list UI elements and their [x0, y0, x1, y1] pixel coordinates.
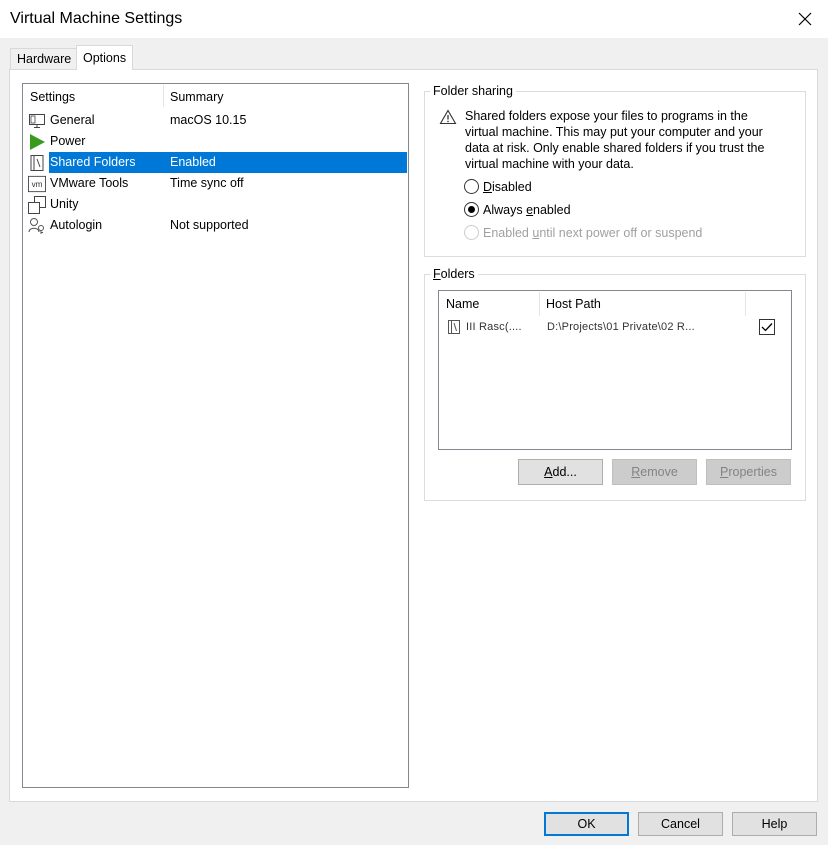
- column-header-name[interactable]: Name: [446, 297, 479, 311]
- settings-list[interactable]: Settings Summary General macOS 10.15 Pow…: [22, 83, 409, 788]
- settings-row-vmware-tools[interactable]: vm VMware Tools Time sync off: [23, 173, 407, 194]
- warning-icon: [439, 109, 457, 125]
- column-separator[interactable]: [539, 292, 540, 316]
- title-bar: Virtual Machine Settings: [0, 0, 828, 38]
- tab-hardware-label: Hardware: [17, 52, 72, 66]
- list-header: Settings Summary: [23, 84, 408, 110]
- column-header-host-path[interactable]: Host Path: [546, 297, 601, 311]
- ok-button-label: OK: [577, 817, 596, 831]
- add-button[interactable]: Add...: [518, 459, 603, 485]
- settings-row-name: Power: [50, 134, 86, 148]
- settings-row-name: Shared Folders: [50, 155, 136, 169]
- properties-button-label: Properties: [720, 465, 777, 479]
- cancel-button-label: Cancel: [661, 817, 700, 831]
- properties-button[interactable]: Properties: [706, 459, 791, 485]
- svg-text:vm: vm: [32, 180, 43, 189]
- settings-row-summary: macOS 10.15: [170, 113, 247, 127]
- settings-row-general[interactable]: General macOS 10.15: [23, 110, 407, 131]
- folder-host-path: D:\Projects\01 Private\02 R...: [547, 321, 695, 333]
- tab-options[interactable]: Options: [76, 45, 134, 70]
- close-icon: [798, 12, 812, 26]
- settings-row-unity[interactable]: Unity: [23, 194, 407, 215]
- folders-title: Folders: [430, 267, 478, 281]
- unity-icon: [28, 196, 46, 214]
- column-header-settings[interactable]: Settings: [30, 90, 75, 104]
- settings-row-name: Autologin: [50, 218, 103, 232]
- column-header-summary[interactable]: Summary: [170, 90, 223, 104]
- folder-enabled-checkbox[interactable]: [759, 319, 775, 335]
- radio-always-enabled-label: Always enabled: [483, 202, 571, 217]
- monitor-icon: [28, 112, 46, 130]
- folder-name: III Rasc(....: [466, 321, 522, 333]
- folder-sharing-title: Folder sharing: [430, 84, 516, 98]
- remove-button-label: Remove: [631, 465, 678, 479]
- radio-disabled[interactable]: Disabled: [464, 179, 532, 194]
- tab-options-label: Options: [83, 51, 127, 65]
- settings-row-shared-folders[interactable]: Shared Folders Enabled: [23, 152, 407, 173]
- cancel-button[interactable]: Cancel: [638, 812, 723, 836]
- ok-button[interactable]: OK: [544, 812, 629, 836]
- settings-row-autologin[interactable]: Autologin Not supported: [23, 215, 407, 236]
- column-separator[interactable]: [163, 85, 164, 107]
- settings-row-summary: Time sync off: [170, 176, 244, 190]
- shared-folder-icon: [448, 320, 460, 334]
- settings-row-summary: Not supported: [170, 218, 249, 232]
- remove-button[interactable]: Remove: [612, 459, 697, 485]
- radio-always-enabled[interactable]: Always enabled: [464, 202, 571, 217]
- close-button[interactable]: [782, 0, 828, 38]
- tab-hardware[interactable]: Hardware: [10, 48, 79, 69]
- radio-circle-checked[interactable]: [464, 202, 479, 217]
- table-row[interactable]: III Rasc(.... D:\Projects\01 Private\02 …: [439, 317, 791, 337]
- folders-table[interactable]: Name Host Path III Rasc(.... D:\Projects…: [438, 290, 792, 450]
- help-button[interactable]: Help: [732, 812, 817, 836]
- vmware-tools-icon: vm: [28, 175, 46, 193]
- radio-circle-disabled[interactable]: [464, 225, 479, 240]
- settings-row-name: General: [50, 113, 95, 127]
- add-button-label: Add...: [544, 465, 577, 479]
- settings-row-summary: Enabled: [170, 155, 216, 169]
- radio-enabled-until-label: Enabled until next power off or suspend: [483, 225, 703, 240]
- checkmark-icon: [761, 323, 773, 332]
- settings-row-name: VMware Tools: [50, 176, 129, 190]
- radio-enabled-until-power-off[interactable]: Enabled until next power off or suspend: [464, 225, 702, 240]
- warning-text: Shared folders expose your files to prog…: [465, 109, 765, 171]
- autologin-icon: [28, 217, 46, 235]
- column-separator[interactable]: [745, 292, 746, 316]
- settings-row-name: Unity: [50, 197, 79, 211]
- shared-folder-icon: [28, 154, 46, 172]
- settings-row-power[interactable]: Power: [23, 131, 407, 152]
- window-title: Virtual Machine Settings: [10, 10, 183, 27]
- radio-circle[interactable]: [464, 179, 479, 194]
- radio-disabled-label: Disabled: [483, 179, 532, 194]
- help-button-label: Help: [761, 817, 788, 831]
- play-icon: [28, 133, 46, 151]
